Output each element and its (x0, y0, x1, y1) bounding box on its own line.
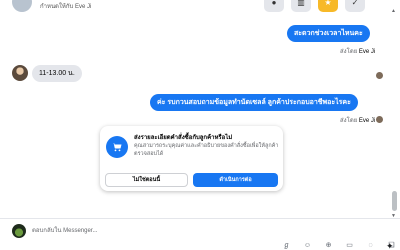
cart-icon (106, 136, 128, 158)
contact-avatar[interactable] (12, 0, 32, 12)
info-button[interactable]: ● (264, 0, 284, 12)
message-scrollbar[interactable]: ▲ ▼ (391, 8, 397, 219)
reply-input[interactable] (32, 225, 332, 237)
composer-toolbar: ℊ ☺ ⊕ ▭ ◌ ❏ (282, 242, 396, 250)
conversation-header: กำหนดให้กับ Eve Ji ● ▥ ★ ✓ (0, 0, 400, 14)
assigned-to-label[interactable]: กำหนดให้กับ Eve Ji (40, 1, 91, 11)
card-description: คุณสามารถระบุคุณค่าและคำอธิบายของคำสั่งซ… (134, 143, 279, 157)
attach-icon[interactable]: ⊕ (324, 242, 333, 250)
page-avatar (12, 224, 26, 238)
gif-icon[interactable]: ℊ (282, 242, 291, 250)
composer-divider (0, 218, 400, 219)
outgoing-message[interactable]: สะดวกช่วงเวลาไหนคะ (287, 25, 370, 42)
sticker-icon[interactable]: ◌ (366, 242, 375, 250)
customer-avatar[interactable] (12, 65, 28, 81)
trash-icon: ▥ (297, 0, 305, 7)
continue-button[interactable]: ดำเนินการต่อ (193, 173, 278, 187)
sent-by-label: ส่งโดย Eve Ji (340, 49, 376, 55)
not-now-button[interactable]: ไม่ใช่ตอนนี้ (105, 173, 188, 187)
outgoing-message[interactable]: ค่ะ รบกวนสอบถามข้อมูลทำนัดเซลล์ ลูกค้าปร… (150, 94, 358, 111)
incoming-message[interactable]: 11-13.00 น. (32, 65, 82, 82)
sent-by-label: ส่งโดย Eve Ji (340, 118, 376, 124)
order-details-card: ส่งรายละเอียดคำสั่งซื้อกับลูกค้าหรือไม่ … (100, 126, 283, 191)
info-icon: ● (271, 0, 277, 7)
card-title: ส่งรายละเอียดคำสั่งซื้อกับลูกค้าหรือไม่ (134, 135, 233, 141)
check-icon: ✓ (351, 0, 359, 7)
send-icon[interactable]: ✦ (386, 241, 394, 250)
scroll-thumb[interactable] (392, 191, 397, 211)
emoji-icon[interactable]: ☺ (303, 242, 312, 250)
star-icon: ★ (324, 0, 332, 7)
mark-done-button[interactable]: ✓ (345, 0, 365, 12)
scroll-up-icon[interactable]: ▲ (391, 8, 396, 14)
star-button[interactable]: ★ (318, 0, 338, 12)
seen-indicator-avatar (375, 115, 384, 124)
image-icon[interactable]: ▭ (345, 242, 354, 250)
seen-indicator-avatar (375, 71, 384, 80)
delete-button[interactable]: ▥ (291, 0, 311, 12)
